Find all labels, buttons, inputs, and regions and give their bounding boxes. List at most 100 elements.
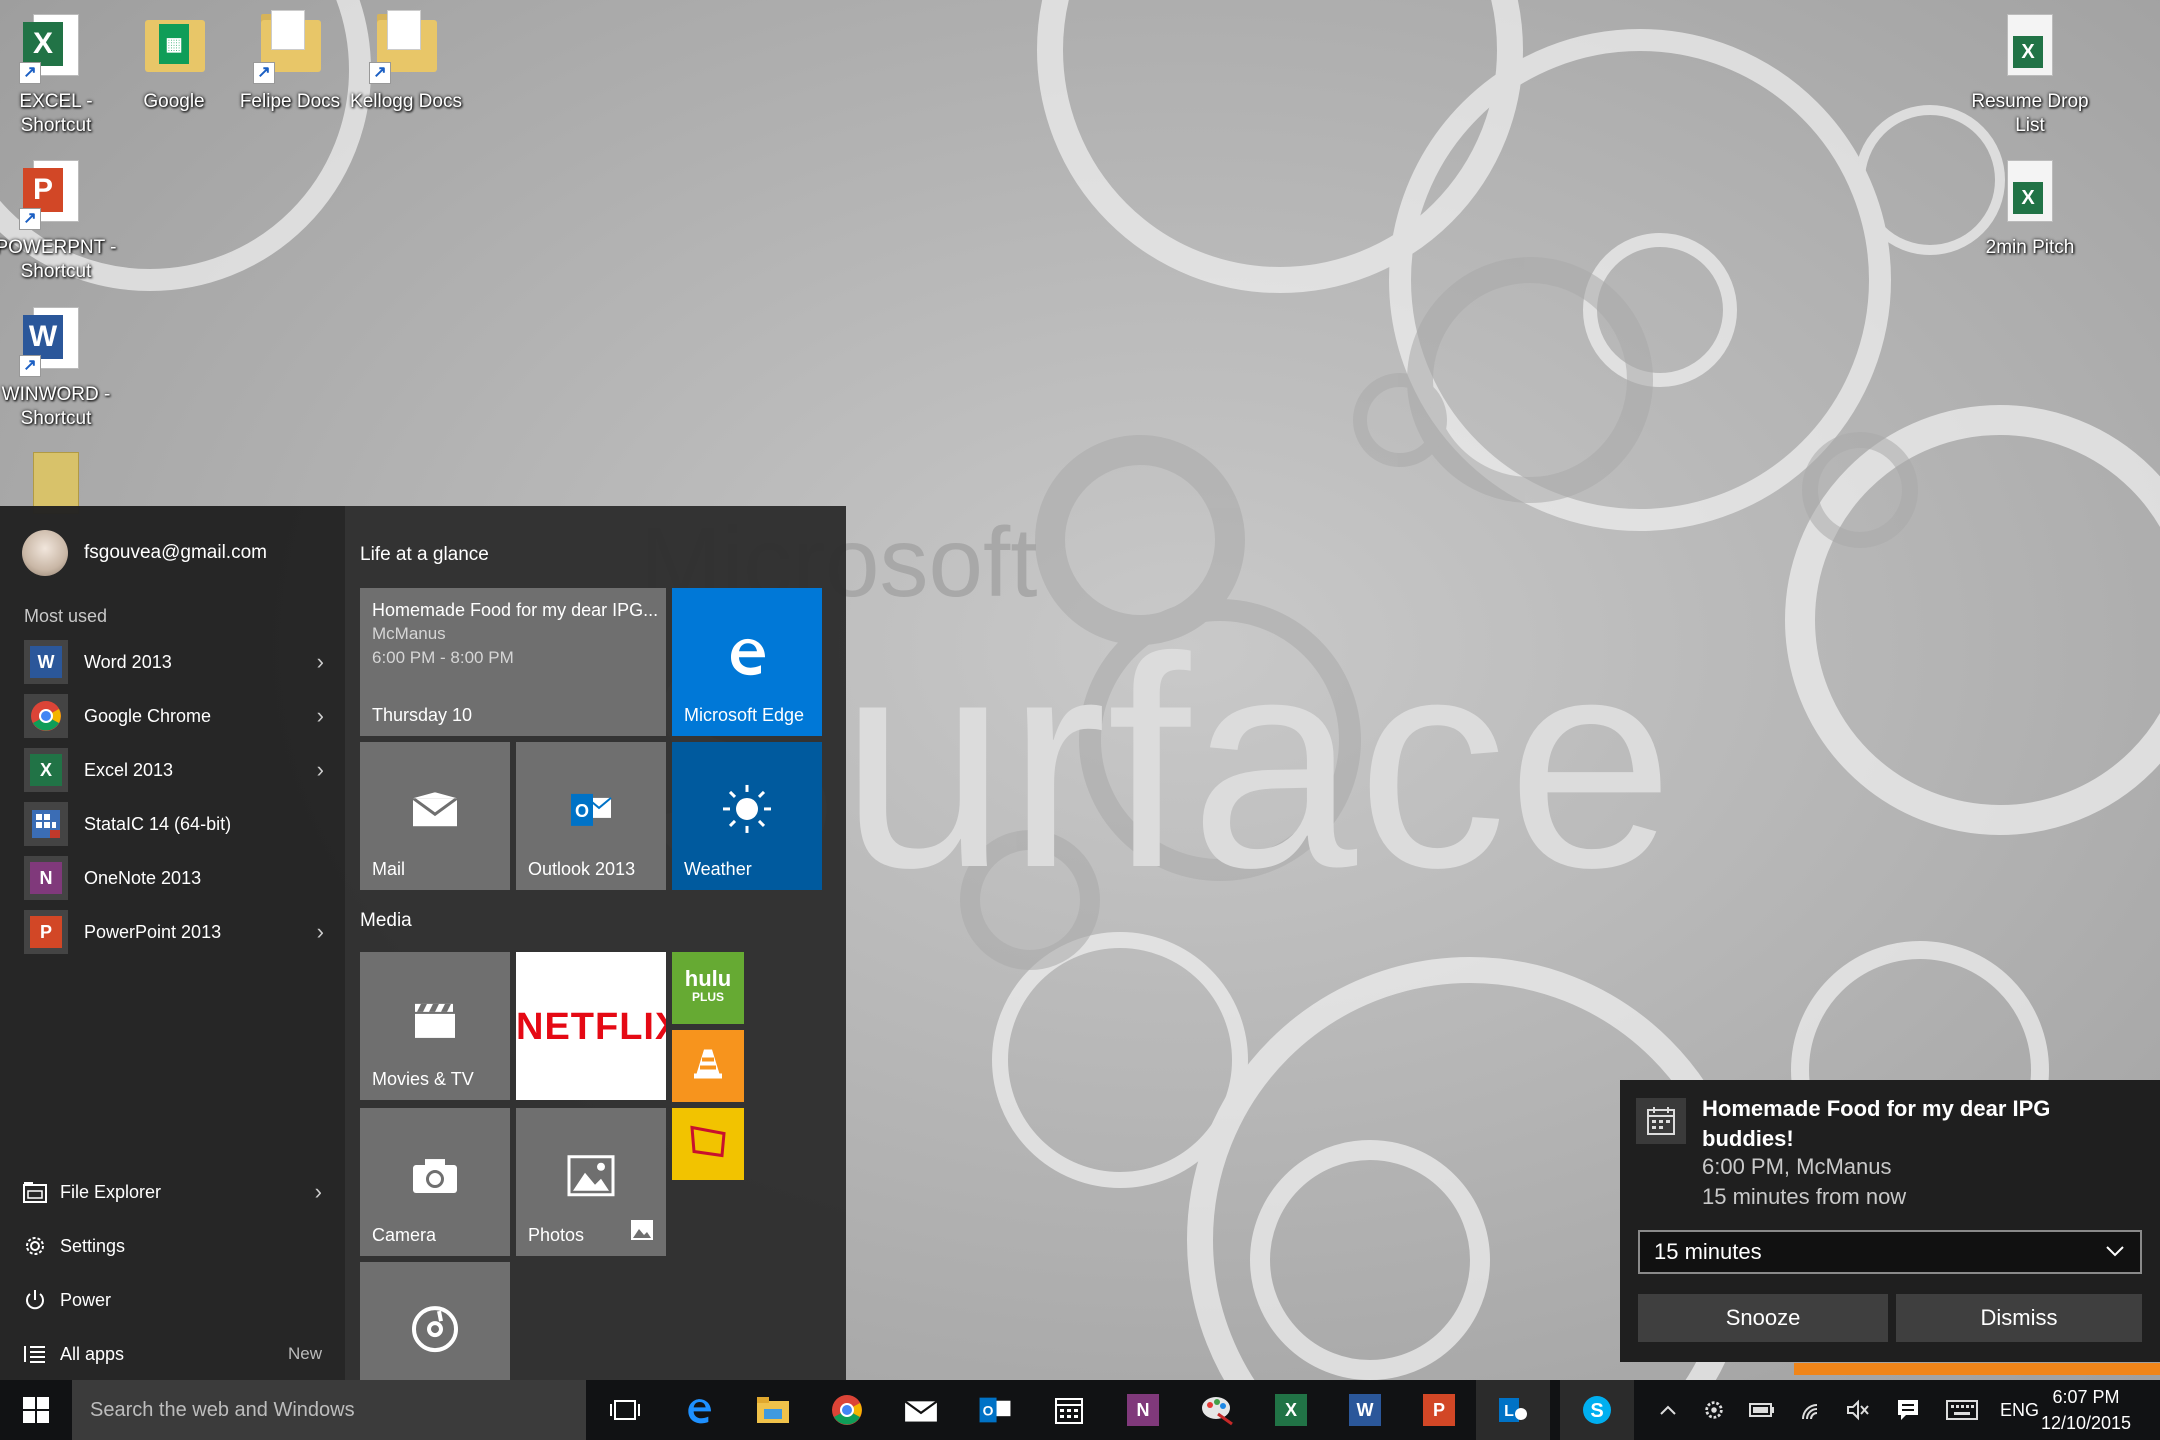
photos-tile[interactable]: Photos [516, 1108, 666, 1256]
most-used-item-excel[interactable]: X Excel 2013 › [24, 746, 324, 794]
netflix-logo: NETFLIX [516, 1006, 666, 1048]
outlook-tile[interactable]: O Outlook 2013 [516, 742, 666, 890]
desktop-icon-label: POWERPNT - Shortcut [0, 237, 117, 282]
desktop-icon-resume-drop-list[interactable]: X Resume Drop List [1968, 10, 2092, 138]
power-button[interactable]: Power [22, 1278, 322, 1322]
desktop-icon-felipe-docs[interactable]: ↗ Felipe Docs [228, 10, 352, 114]
file-explorer-button[interactable]: File Explorer › [22, 1170, 322, 1214]
calendar-tile[interactable]: Homemade Food for my dear IPG... McManus… [360, 588, 666, 736]
desktop-icon-word-shortcut[interactable]: W ↗ WINWORD - Shortcut [0, 303, 118, 431]
word-icon: W ↗ [19, 303, 93, 377]
camera-tile-label: Camera [372, 1225, 437, 1245]
edge-tile-label: Microsoft Edge [684, 705, 805, 725]
clock-time: 6:07 PM [2052, 1387, 2120, 1407]
group-media: Media [360, 910, 412, 931]
battery-status[interactable] [1744, 1380, 1780, 1440]
desktop-icon-powerpoint-shortcut[interactable]: P ↗ POWERPNT - Shortcut [0, 156, 118, 284]
touch-keyboard-button[interactable] [1940, 1380, 1984, 1440]
svg-text:O: O [983, 1402, 994, 1418]
microsoft-edge-tile[interactable]: Microsoft Edge [672, 588, 822, 736]
movies-tv-tile[interactable]: Movies & TV [360, 952, 510, 1100]
photos-tile-label: Photos [528, 1225, 585, 1245]
chevron-right-icon[interactable]: › [315, 1179, 322, 1205]
notification-title: Homemade Food for my dear IPG buddies! [1702, 1096, 2051, 1151]
task-view-icon [610, 1400, 640, 1420]
show-hidden-icons-button[interactable] [1650, 1380, 1686, 1440]
dismiss-button[interactable]: Dismiss [1896, 1294, 2142, 1342]
all-apps-button[interactable]: All apps New [22, 1332, 322, 1376]
group-life-at-a-glance: Life at a glance [360, 544, 489, 565]
battery-icon [1749, 1403, 1774, 1417]
folder-icon: ↗ [369, 10, 443, 84]
photo-icon [567, 1155, 615, 1202]
user-email: fsgouvea@gmail.com [84, 542, 267, 563]
mail-icon [411, 792, 459, 833]
most-used-item-stata[interactable]: StataIC 14 (64-bit) [24, 800, 324, 848]
desktop-icon-label: Kellogg Docs [350, 91, 462, 112]
most-used-item-word[interactable]: W Word 2013 › [24, 638, 324, 686]
hulu-plus-tile[interactable]: hulu PLUS [672, 952, 744, 1024]
frame-icon [688, 1124, 728, 1165]
chevron-up-icon [1660, 1405, 1676, 1415]
user-account-button[interactable]: fsgouvea@gmail.com [22, 530, 267, 576]
folder-icon: ↗ [253, 10, 327, 84]
network-status[interactable] [1792, 1380, 1832, 1440]
vlc-tile[interactable] [672, 1030, 744, 1102]
most-used-heading: Most used [24, 606, 108, 626]
task-view-button[interactable] [588, 1380, 662, 1440]
desktop-icon-kellogg-docs[interactable]: ↗ Kellogg Docs [344, 10, 468, 114]
taskbar-skype[interactable]: S [1560, 1380, 1634, 1440]
chevron-right-icon[interactable]: › [317, 919, 324, 945]
snooze-button[interactable]: Snooze [1638, 1294, 1888, 1342]
settings-button[interactable]: Settings [22, 1224, 322, 1268]
clock-date: 12/10/2015 [2040, 1413, 2132, 1433]
start-button[interactable] [0, 1380, 72, 1440]
word-icon: W [1349, 1394, 1381, 1426]
notification-relative-time: 15 minutes from now [1702, 1184, 1907, 1209]
camera-tile[interactable]: Camera [360, 1108, 510, 1256]
taskbar-file-explorer[interactable] [736, 1380, 810, 1440]
taskbar-lync[interactable]: L [1476, 1380, 1550, 1440]
snooze-duration-select[interactable]: 15 minutes [1638, 1230, 2142, 1274]
gear-icon [22, 1233, 48, 1259]
taskbar-search-box[interactable]: Search the web and Windows [72, 1380, 586, 1440]
desktop-icon-2min-pitch[interactable]: X 2min Pitch [1968, 156, 2092, 260]
netflix-tile[interactable]: NETFLIX [516, 952, 666, 1100]
most-used-item-chrome[interactable]: Google Chrome › [24, 692, 324, 740]
calendar-icon [1055, 1398, 1083, 1424]
mail-icon [904, 1400, 938, 1422]
calendar-tile-location: McManus [372, 624, 446, 643]
excel-icon: X ↗ [19, 10, 93, 84]
action-center-button[interactable] [1888, 1380, 1928, 1440]
taskbar-powerpoint[interactable]: P [1402, 1380, 1476, 1440]
weather-tile[interactable]: Weather [672, 742, 822, 890]
groove-music-tile[interactable] [360, 1262, 510, 1380]
volume-control[interactable] [1840, 1380, 1876, 1440]
chrome-icon [24, 694, 68, 738]
taskbar-outlook[interactable]: O [958, 1380, 1032, 1440]
chevron-right-icon[interactable]: › [317, 703, 324, 729]
taskbar-word[interactable]: W [1328, 1380, 1402, 1440]
taskbar-clock[interactable]: 6:07 PM 12/10/2015 [2026, 1384, 2146, 1436]
desktop-icon-google[interactable]: ▦ Google [112, 10, 236, 114]
mail-tile[interactable]: Mail [360, 742, 510, 890]
taskbar-mail[interactable] [884, 1380, 958, 1440]
speaker-muted-icon [1847, 1399, 1869, 1421]
calendar-tile-day: Thursday 10 [372, 705, 473, 725]
media-app-tile[interactable] [672, 1108, 744, 1180]
hulu-plus-label: PLUS [691, 990, 724, 1004]
most-used-item-onenote[interactable]: N OneNote 2013 [24, 854, 324, 902]
taskbar-chrome[interactable] [810, 1380, 884, 1440]
tray-settings-button[interactable] [1696, 1380, 1732, 1440]
most-used-label: OneNote 2013 [84, 867, 202, 888]
start-menu-left-pane: fsgouvea@gmail.com Most used W Word 2013… [0, 506, 345, 1380]
taskbar-excel[interactable]: X [1254, 1380, 1328, 1440]
taskbar-paint[interactable] [1180, 1380, 1254, 1440]
desktop-icon-excel-shortcut[interactable]: X ↗ EXCEL - Shortcut [0, 10, 118, 138]
chevron-right-icon[interactable]: › [317, 649, 324, 675]
chevron-right-icon[interactable]: › [317, 757, 324, 783]
most-used-item-powerpoint[interactable]: P PowerPoint 2013 › [24, 908, 324, 956]
taskbar-edge[interactable] [662, 1380, 736, 1440]
taskbar-onenote[interactable]: N [1106, 1380, 1180, 1440]
taskbar-calendar[interactable] [1032, 1380, 1106, 1440]
